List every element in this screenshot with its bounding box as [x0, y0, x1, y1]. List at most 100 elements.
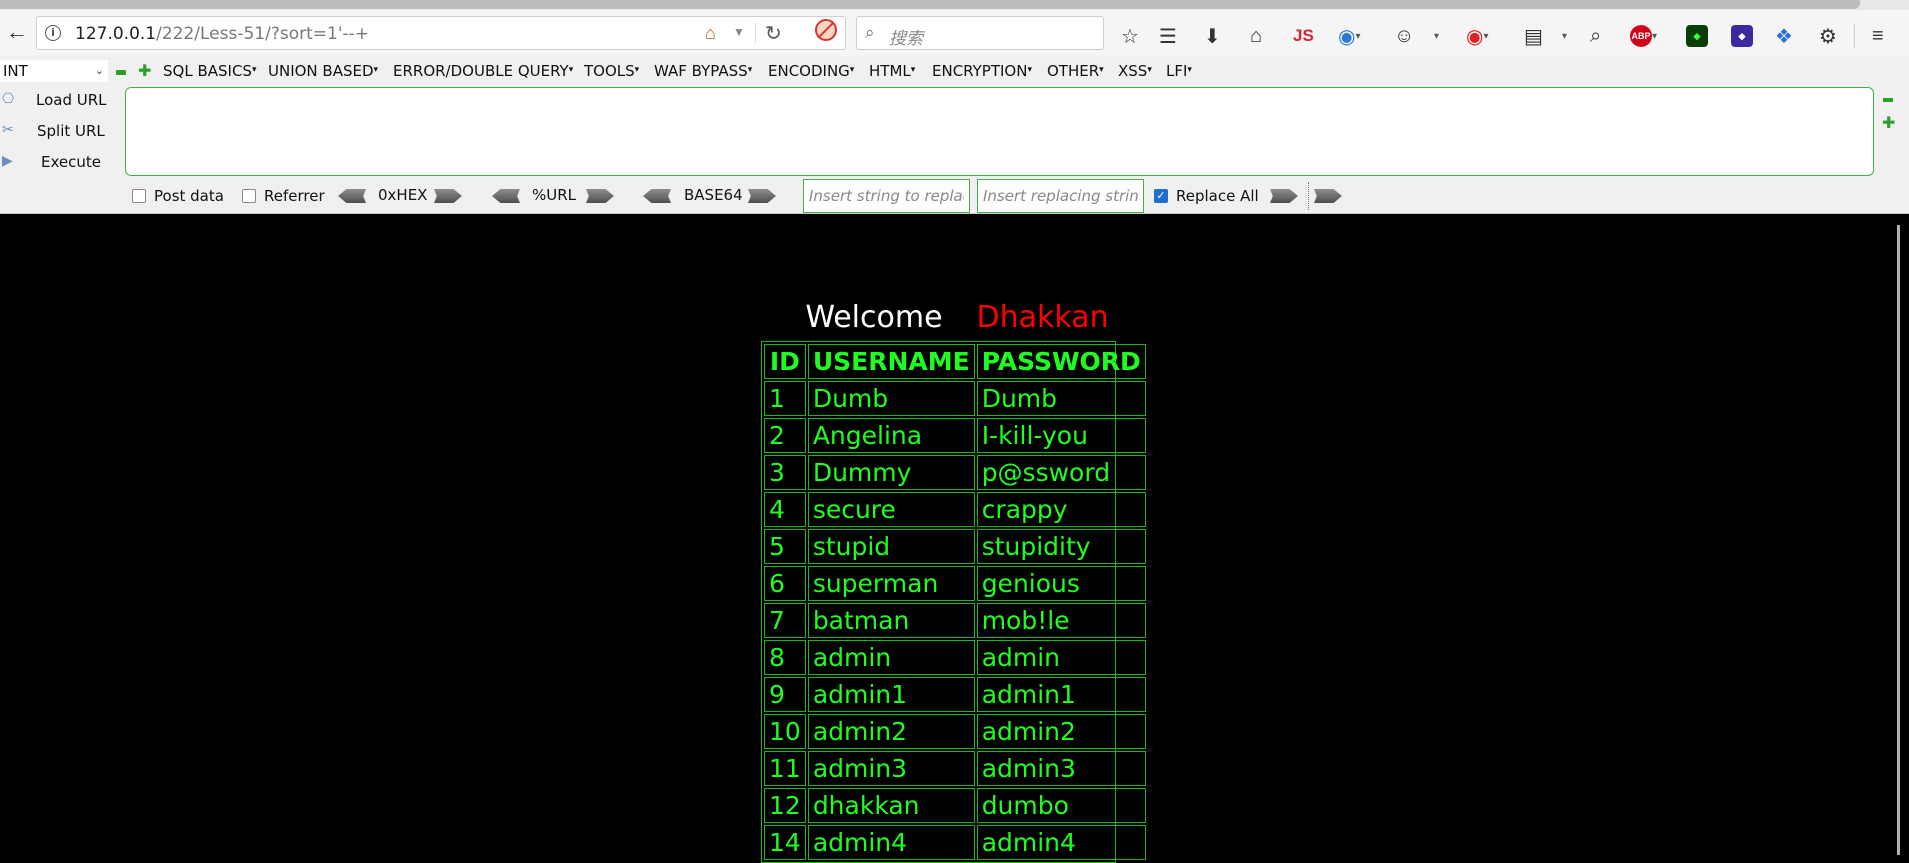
menu-other[interactable]: OTHER▾: [1047, 62, 1104, 82]
cell-id: 10: [764, 714, 806, 749]
download-icon[interactable]: ⬇: [1204, 24, 1221, 48]
load-url-icon: ⎔: [2, 91, 15, 107]
url-text[interactable]: 127.0.0.1/222/Less-51/?sort=1'--+: [75, 24, 369, 44]
cell-id: 6: [764, 566, 806, 601]
menu-error-double-query[interactable]: ERROR/DOUBLE QUERY▾: [393, 62, 573, 82]
cell-password: I-kill-you: [976, 418, 1146, 453]
noscript-icon[interactable]: [815, 19, 837, 41]
home-icon[interactable]: ⌂: [1250, 24, 1262, 48]
scrollbar-thumb[interactable]: [1897, 225, 1900, 855]
chevron-down-icon[interactable]: ▾: [1562, 24, 1567, 48]
cell-username: admin: [807, 640, 975, 675]
shrink-icon[interactable]: [116, 70, 126, 75]
table-row: 6 superman genious: [764, 566, 1146, 601]
replace-all-toggle[interactable]: ✓ Replace All: [1154, 186, 1259, 206]
cell-username: admin3: [807, 751, 975, 786]
scrollbar[interactable]: [1888, 215, 1909, 855]
url-textarea[interactable]: [125, 87, 1874, 176]
menu-encryption[interactable]: ENCRYPTION▾: [932, 62, 1032, 82]
active-tab[interactable]: [0, 0, 1860, 9]
menu-xss[interactable]: XSS▾: [1118, 62, 1152, 82]
referrer-checkbox[interactable]: [242, 189, 256, 203]
menu-sql-basics[interactable]: SQL BASICS▾: [163, 62, 256, 82]
palette-icon[interactable]: ☺: [1394, 24, 1414, 48]
split-url-icon: ✂: [2, 122, 14, 138]
load-url-button[interactable]: ⎔ Load URL: [0, 89, 108, 111]
column-header-password: PASSWORD: [976, 344, 1146, 379]
cell-password: stupidity: [976, 529, 1146, 564]
chevron-down-icon[interactable]: ▼: [733, 25, 745, 39]
search-bar[interactable]: ⌕ 搜索: [856, 16, 1104, 50]
menu-lfi[interactable]: LFI▾: [1166, 62, 1192, 82]
gear-icon[interactable]: ⚙: [1819, 24, 1837, 48]
menu-union-based[interactable]: UNION BASED▾: [268, 62, 378, 82]
adblock-icon[interactable]: ABP ▾: [1630, 24, 1657, 48]
cell-password: genious: [976, 566, 1146, 601]
layers-icon[interactable]: ◆: [1731, 24, 1753, 48]
cell-username: Dummy: [807, 455, 975, 490]
divider: [755, 23, 756, 43]
search-placeholder: 搜索: [889, 29, 923, 48]
post-data-checkbox[interactable]: [132, 189, 146, 203]
devices-icon[interactable]: ▤: [1524, 24, 1543, 48]
split-url-button[interactable]: ✂ Split URL: [0, 120, 108, 142]
hex-encode-button[interactable]: [434, 189, 462, 203]
cell-id: 1: [764, 381, 806, 416]
replace-all-checkbox[interactable]: ✓: [1154, 189, 1168, 203]
menu-icon[interactable]: ≡: [1872, 24, 1884, 48]
back-arrow-icon[interactable]: ←: [2, 15, 32, 49]
menu-html[interactable]: HTML▾: [869, 62, 915, 82]
url-decode-button[interactable]: [492, 189, 520, 203]
base64-decode-button[interactable]: [643, 189, 671, 203]
mode-select[interactable]: INT ⌄: [0, 60, 108, 82]
cell-id: 9: [764, 677, 806, 712]
search-icon: ⌕: [865, 23, 875, 42]
hex-label: 0xHEX: [378, 186, 428, 204]
chevron-down-icon[interactable]: ▾: [1434, 24, 1439, 48]
cell-username: Dumb: [807, 381, 975, 416]
hackbar-panel: INT ⌄ ✚ SQL BASICS▾ UNION BASED▾ ERROR/DO…: [0, 56, 1909, 214]
table-row: 12 dhakkan dumbo: [764, 788, 1146, 823]
wappalyzer-icon[interactable]: ❖: [1775, 24, 1793, 48]
execute-button[interactable]: ▶ Execute: [0, 151, 108, 173]
screenshot-icon[interactable]: ◉ ▾: [1466, 24, 1488, 48]
translate-icon[interactable]: ◉ ▾: [1338, 24, 1360, 48]
zoom-icon[interactable]: ⌕: [1590, 24, 1601, 48]
menu-tools[interactable]: TOOLS▾: [584, 62, 639, 82]
cell-id: 8: [764, 640, 806, 675]
cell-id: 3: [764, 455, 806, 490]
replace-from-input[interactable]: [803, 179, 970, 213]
cell-id: 7: [764, 603, 806, 638]
reading-list-icon[interactable]: ☰: [1159, 24, 1177, 48]
table-header-row: ID USERNAME PASSWORD: [764, 344, 1146, 379]
star-bookmark-icon[interactable]: ☆: [1121, 24, 1139, 48]
cell-password: admin3: [976, 751, 1146, 786]
menu-waf-bypass[interactable]: WAF BYPASS▾: [654, 62, 752, 82]
info-icon[interactable]: i: [45, 25, 61, 41]
reload-icon[interactable]: ↻: [765, 21, 782, 46]
post-data-toggle[interactable]: Post data: [132, 186, 224, 206]
replace-reverse-button[interactable]: [1314, 189, 1342, 203]
table-row: 10 admin2 admin2: [764, 714, 1146, 749]
navigation-bar: ← i 127.0.0.1/222/Less-51/?sort=1'--+ ⌂ …: [0, 10, 1909, 56]
shrink-icon[interactable]: [1883, 98, 1893, 102]
table-row: 7 batman mob!le: [764, 603, 1146, 638]
replace-to-input[interactable]: [977, 179, 1144, 213]
address-bar[interactable]: i 127.0.0.1/222/Less-51/?sort=1'--+ ⌂ ▼ …: [36, 16, 846, 50]
hex-decode-button[interactable]: [338, 189, 366, 203]
url-encode-button[interactable]: [586, 189, 614, 203]
shield-icon[interactable]: ◆: [1686, 24, 1708, 48]
cell-username: secure: [807, 492, 975, 527]
referrer-toggle[interactable]: Referrer: [242, 186, 325, 206]
welcome-heading: Welcome Dhakkan: [0, 300, 1888, 335]
table-row: 5 stupid stupidity: [764, 529, 1146, 564]
expand-icon[interactable]: ✚: [1882, 113, 1895, 132]
url-label: %URL: [532, 186, 577, 204]
expand-icon[interactable]: ✚: [138, 63, 151, 79]
js-toggle-icon[interactable]: JS: [1293, 24, 1314, 48]
menu-encoding[interactable]: ENCODING▾: [768, 62, 854, 82]
home-bookmark-icon[interactable]: ⌂: [705, 23, 716, 44]
base64-encode-button[interactable]: [748, 189, 776, 203]
replace-button[interactable]: [1270, 189, 1298, 203]
chevron-down-icon: ⌄: [94, 64, 104, 77]
